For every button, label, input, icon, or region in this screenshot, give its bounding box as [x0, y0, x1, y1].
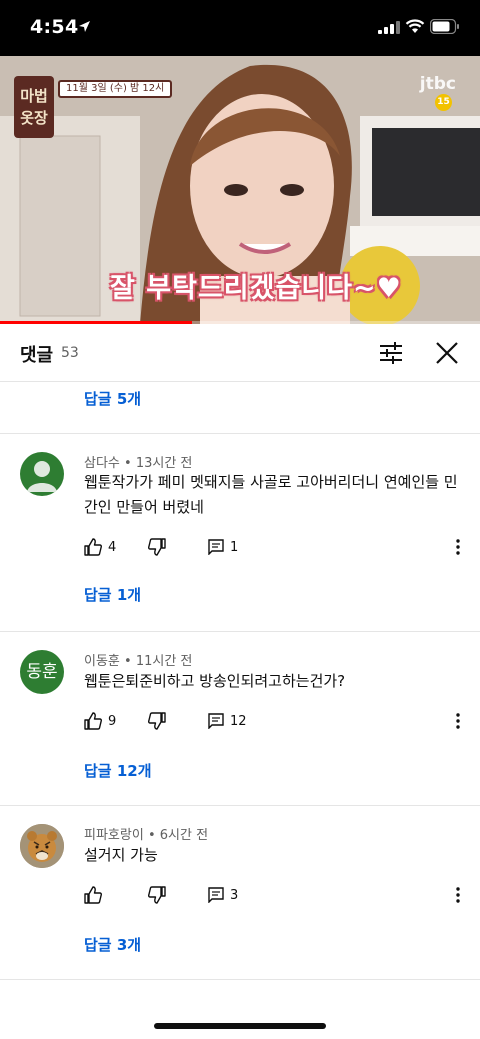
- default-user-icon: [27, 461, 57, 492]
- video-caption: 잘 부탁드리겠습니다~♥: [110, 273, 402, 304]
- thumbs-down-icon: [148, 538, 166, 556]
- like-button[interactable]: 9: [84, 710, 116, 732]
- comments-count: 53: [61, 345, 79, 361]
- view-replies-link[interactable]: 답글 3개: [84, 934, 141, 955]
- thumbs-up-icon: [84, 538, 102, 556]
- comments-header: 댓글 53: [0, 324, 480, 382]
- sliders-icon: [380, 342, 402, 364]
- reply-count: 3: [230, 887, 239, 903]
- comment-divider: [0, 805, 480, 806]
- comment-icon: [208, 713, 224, 729]
- comment-time: 6시간 전: [159, 828, 209, 843]
- close-button[interactable]: [432, 338, 462, 368]
- age-rating-badge: 15: [435, 94, 452, 111]
- comment-text-line: 웹툰은퇴준비하고 방송인되려고하는건가?: [84, 672, 346, 690]
- comment-divider: [0, 433, 480, 434]
- comment-meta: 이동훈 • 11시간 전: [84, 654, 193, 669]
- sort-button[interactable]: [374, 338, 408, 368]
- video-player[interactable]: 마법 옷장 11월 3일 (수) 밤 12시 jtbc 15 잘 부탁드리겠습니다…: [0, 56, 480, 324]
- thumbs-up-icon: [84, 712, 102, 730]
- comment-text: 웹툰은퇴준비하고 방송인되려고하는건가?: [84, 669, 462, 694]
- comment-divider: [0, 631, 480, 632]
- dislike-button[interactable]: [148, 710, 166, 732]
- status-bar: 4:54: [0, 0, 480, 56]
- cellular-signal-icon: [378, 21, 400, 34]
- view-replies-link[interactable]: 답글 1개: [84, 584, 141, 605]
- more-vert-icon: [456, 887, 460, 903]
- like-count: 9: [108, 713, 117, 729]
- comment-meta: 삼다수 • 13시간 전: [84, 456, 193, 471]
- comment-icon: [208, 539, 224, 555]
- more-vert-icon: [456, 713, 460, 729]
- status-time: 4:54: [30, 16, 79, 38]
- comment-author[interactable]: 피파호랑이: [84, 828, 144, 843]
- close-icon: [436, 342, 458, 364]
- reply-button[interactable]: 12: [208, 710, 247, 732]
- avatar[interactable]: [20, 824, 64, 868]
- comments-title: 댓글: [20, 345, 54, 366]
- comment-divider: [0, 979, 480, 980]
- battery-icon: [430, 19, 459, 34]
- comment-icon: [208, 887, 224, 903]
- comment-actions: 9 12: [84, 710, 468, 732]
- avatar[interactable]: 동훈: [20, 650, 64, 694]
- comment-meta: 피파호랑이 • 6시간 전: [84, 828, 209, 843]
- like-button[interactable]: 4: [84, 536, 116, 558]
- airtime-banner: 11월 3일 (수) 밤 12시: [58, 80, 173, 98]
- comment-text: 설거지 가능: [84, 843, 462, 868]
- thumbs-up-icon: [84, 886, 102, 904]
- comment-text-line: 간인 만들어 버렸네: [84, 498, 204, 516]
- dislike-button[interactable]: [148, 536, 166, 558]
- comment-text-line: 설거지 가능: [84, 846, 158, 864]
- comment-actions: 4 1: [84, 536, 468, 558]
- reply-count: 1: [230, 539, 239, 555]
- avatar[interactable]: [20, 452, 64, 496]
- reply-button[interactable]: 3: [208, 884, 238, 906]
- comment-time: 13시간 전: [135, 456, 193, 471]
- show-logo: 마법 옷장: [14, 76, 54, 138]
- tiger-avatar-image: [20, 824, 64, 868]
- comment-time: 11시간 전: [135, 654, 193, 669]
- thumbs-down-icon: [148, 886, 166, 904]
- like-button[interactable]: [84, 884, 108, 906]
- more-button[interactable]: [450, 884, 466, 906]
- channel-logo: jtbc: [419, 74, 456, 94]
- wifi-icon: [405, 19, 425, 33]
- like-count: 4: [108, 539, 117, 555]
- comment-text-line: 웹툰작가가 페미 멧돼지들 사골로 고아버리더니 연예인들 민: [84, 473, 458, 491]
- thumbs-down-icon: [148, 712, 166, 730]
- comment-author[interactable]: 삼다수: [84, 456, 120, 471]
- location-arrow-icon: [79, 21, 90, 32]
- comment-text: 웹툰작가가 페미 멧돼지들 사골로 고아버리더니 연예인들 민 간인 만들어 버…: [84, 470, 462, 520]
- dislike-button[interactable]: [148, 884, 166, 906]
- more-button[interactable]: [450, 536, 466, 558]
- more-button[interactable]: [450, 710, 466, 732]
- home-indicator[interactable]: [154, 1023, 326, 1029]
- view-replies-link[interactable]: 답글 12개: [84, 760, 152, 781]
- comment-author[interactable]: 이동훈: [84, 654, 120, 669]
- reply-count: 12: [230, 713, 247, 729]
- comment-actions: 3: [84, 884, 468, 906]
- more-vert-icon: [456, 539, 460, 555]
- reply-button[interactable]: 1: [208, 536, 238, 558]
- view-replies-link[interactable]: 답글 5개: [84, 388, 141, 409]
